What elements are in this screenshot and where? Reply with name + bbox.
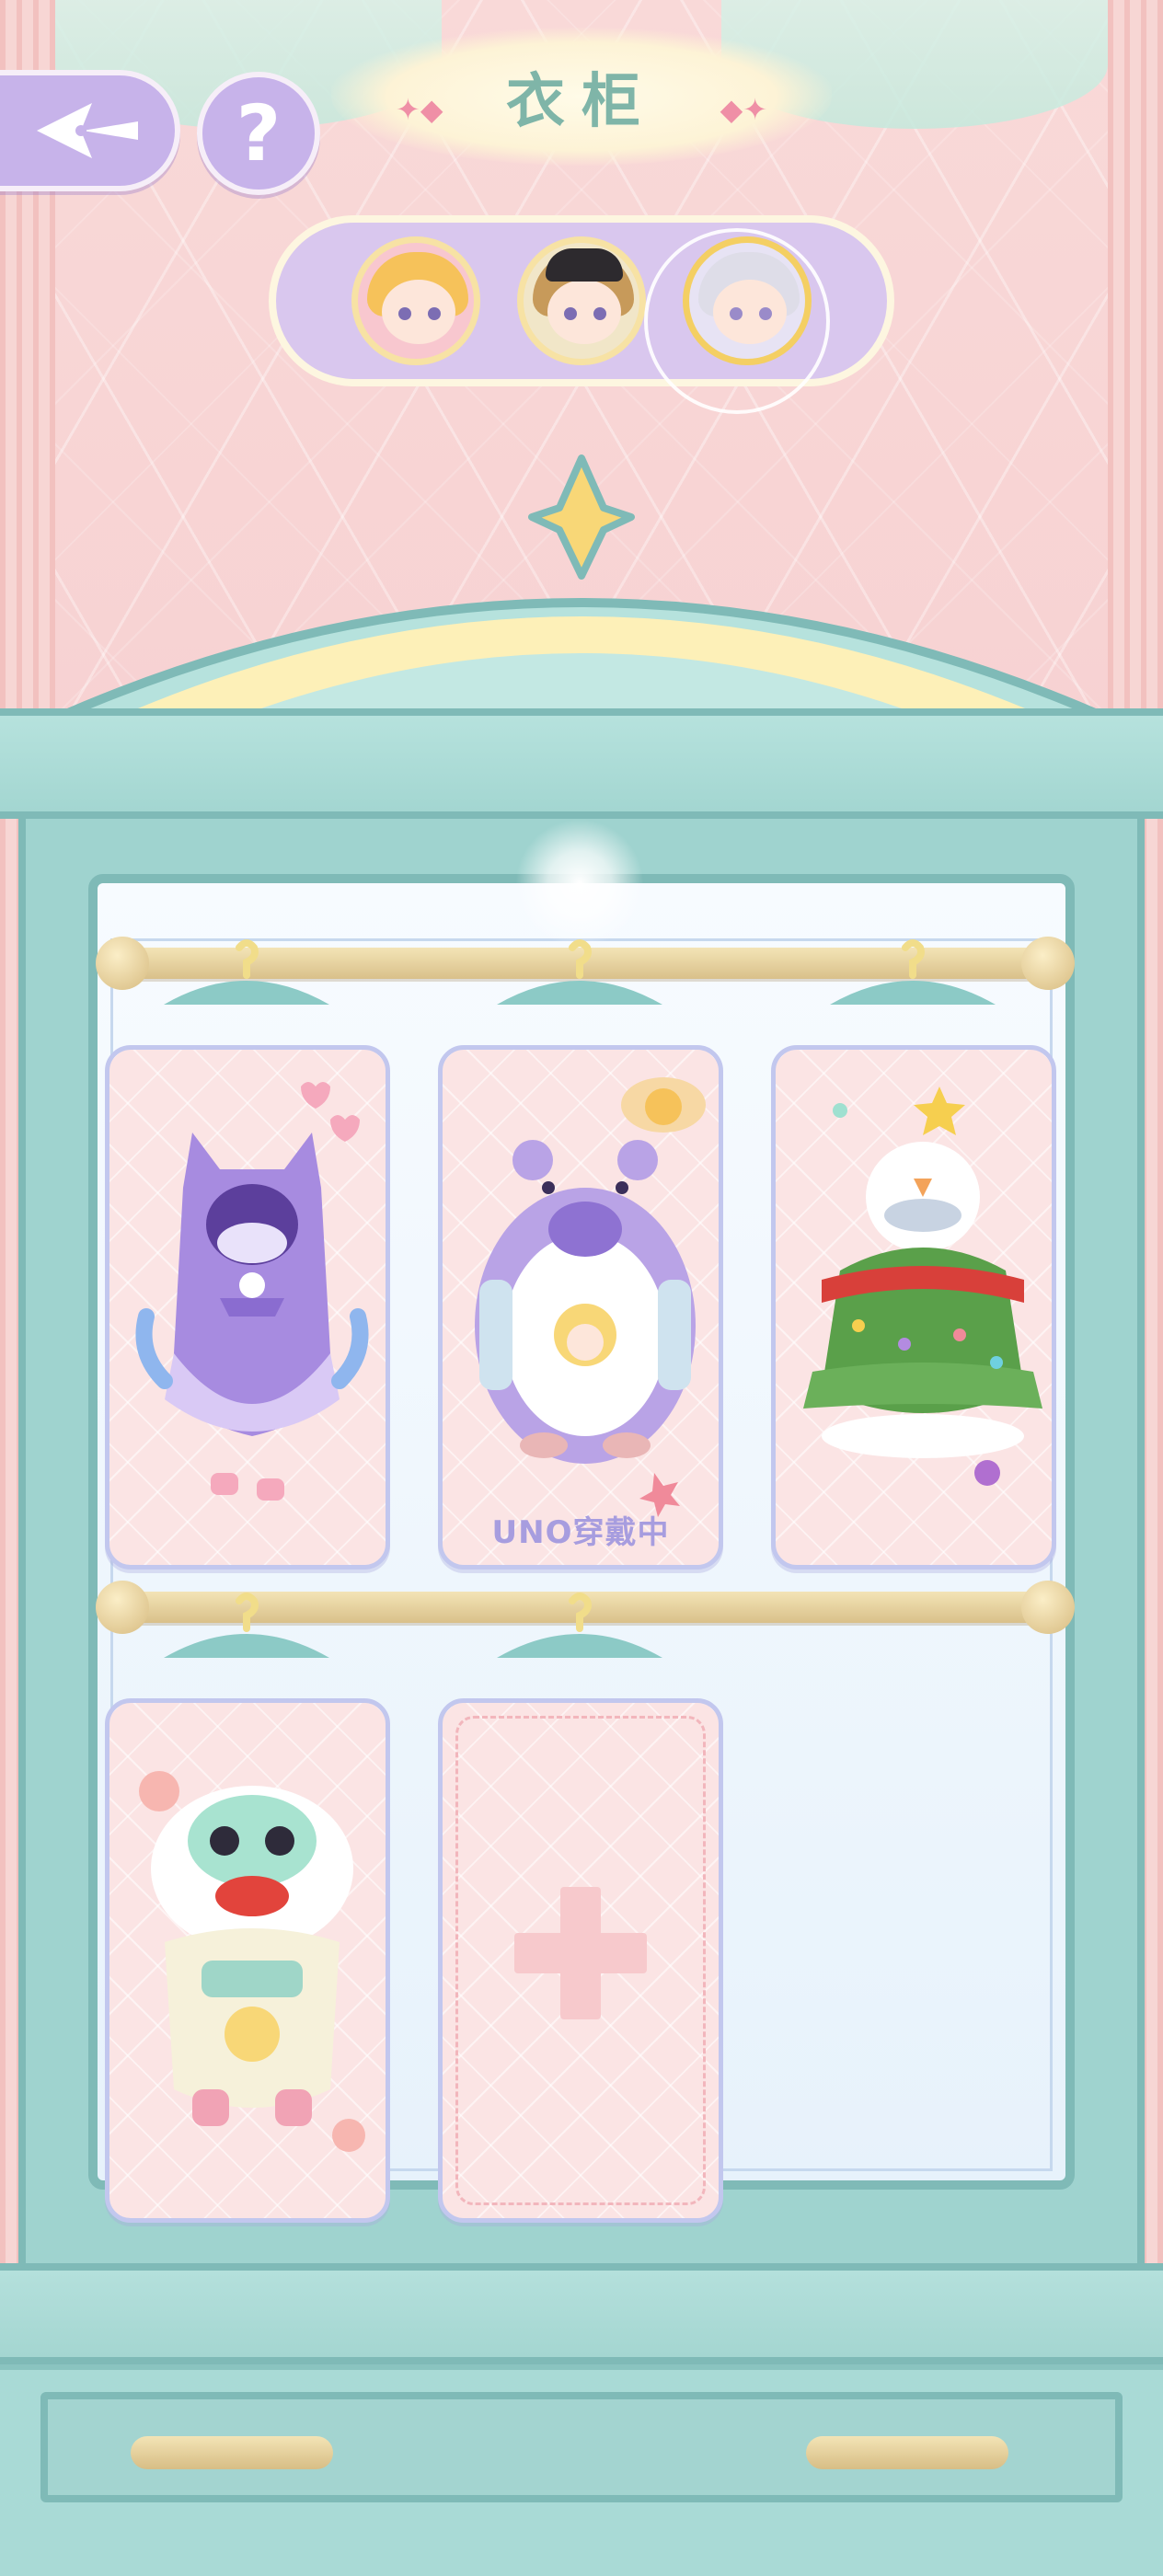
drawer-handle-right — [806, 2436, 1008, 2469]
light-glow — [515, 819, 644, 948]
wearing-label: UNO穿戴中 — [491, 1514, 670, 1551]
hanger-icon — [164, 1593, 329, 1658]
page-title: 衣柜 — [506, 67, 657, 136]
selected-character-ring — [644, 228, 830, 414]
back-arrow-icon — [37, 103, 138, 158]
lion-dance-outfit-icon — [139, 1771, 365, 2152]
hanger-icon — [164, 939, 329, 1005]
wardrobe-cornice — [0, 708, 1163, 819]
title-deco-right-icon: ◆✦ — [720, 92, 767, 127]
help-icon: ? — [236, 88, 282, 178]
title-deco-left-icon: ✦◆ — [396, 92, 443, 127]
character-avatar-1[interactable] — [351, 236, 480, 365]
character-avatar-2[interactable] — [517, 236, 646, 365]
drawer-handle-left — [131, 2436, 333, 2469]
purple-hooded-monster-outfit-icon — [135, 1082, 369, 1501]
hanger-icon — [497, 1593, 662, 1658]
costume-slot-1[interactable] — [105, 1045, 390, 1570]
costume-slot-3[interactable] — [771, 1045, 1056, 1570]
costume-slot-2[interactable]: UNO穿戴中 — [438, 1045, 723, 1570]
help-button[interactable]: ? — [197, 72, 320, 195]
hanger-icon — [830, 939, 996, 1005]
back-button[interactable] — [0, 70, 180, 191]
purple-hamster-outfit-icon — [475, 1077, 706, 1517]
hanger-icon — [497, 939, 662, 1005]
title-banner: ✦◆ 衣柜 ◆✦ — [331, 28, 832, 166]
costume-slot-4[interactable] — [105, 1698, 390, 2223]
wardrobe-crest-icon — [528, 454, 635, 580]
add-costume-slot[interactable] — [438, 1698, 723, 2223]
wardrobe-base-ledge — [0, 2263, 1163, 2364]
christmas-tree-snowman-outfit-icon — [803, 1087, 1042, 1486]
